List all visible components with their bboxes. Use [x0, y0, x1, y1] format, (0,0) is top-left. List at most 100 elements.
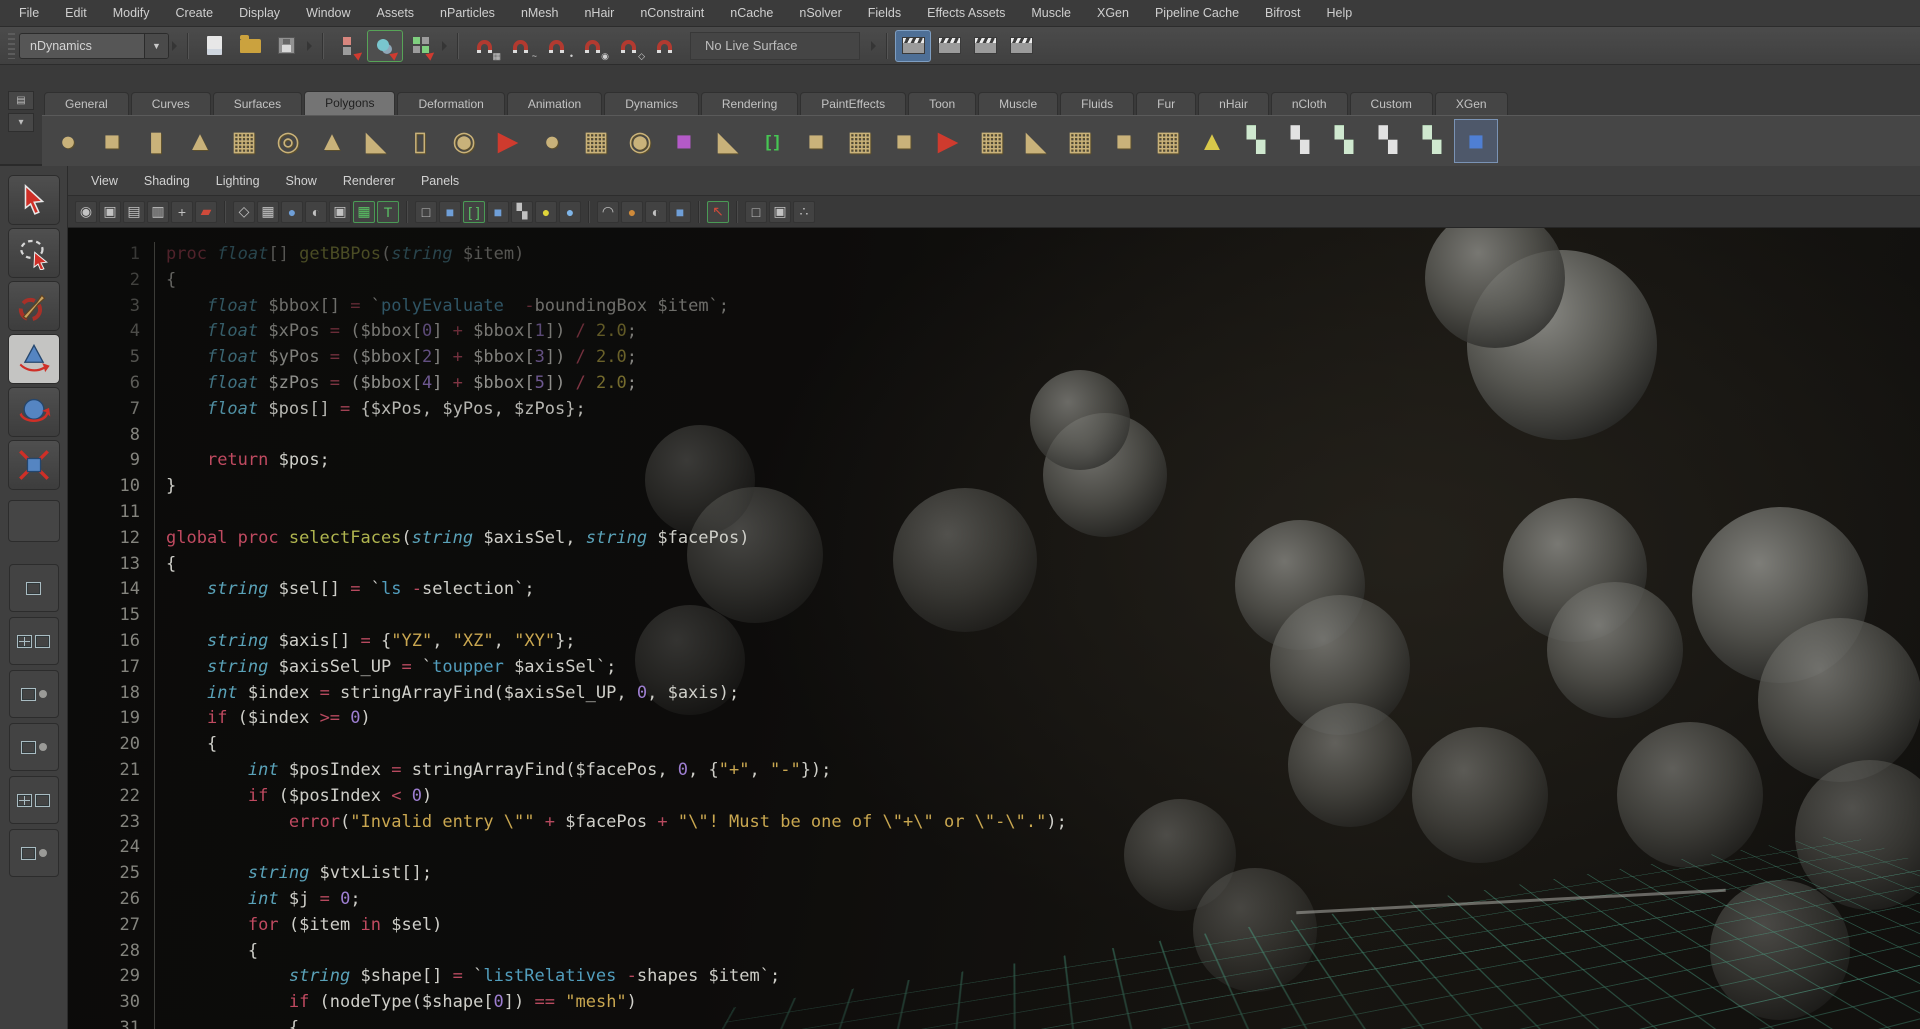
menu-display[interactable]: Display [226, 0, 293, 26]
default-light-icon[interactable]: ● [535, 201, 557, 223]
depth-peeling-icon[interactable]: ■ [669, 201, 691, 223]
grease-pencil-icon[interactable]: ▰ [195, 201, 217, 223]
four-pane-layout-button[interactable] [9, 617, 59, 665]
poly-smooth-icon[interactable]: ◉ [618, 119, 662, 163]
poly-prism-icon[interactable]: ▲ [310, 119, 354, 163]
hypershade-persp-layout-button[interactable] [9, 776, 59, 824]
multisample-aa-icon[interactable]: ◐ [645, 201, 667, 223]
shelf-tab-rendering[interactable]: Rendering [701, 92, 798, 115]
shelf-tab-curves[interactable]: Curves [131, 92, 211, 115]
chevron-down-icon[interactable]: ▼ [144, 34, 168, 58]
new-scene-icon[interactable] [196, 30, 232, 62]
rotate-tool[interactable] [8, 387, 60, 437]
shaded-display-icon[interactable]: ■ [439, 201, 461, 223]
poly-reduce-icon[interactable]: ▦ [970, 119, 1014, 163]
poly-cube-icon[interactable]: ■ [90, 119, 134, 163]
paint-select-tool[interactable] [8, 281, 60, 331]
shelf-tab-deformation[interactable]: Deformation [397, 92, 504, 115]
poly-cone-icon[interactable]: ▲ [178, 119, 222, 163]
all-lights-icon[interactable]: ● [559, 201, 581, 223]
uv-editor-icon[interactable]: ▚ [1322, 119, 1366, 163]
poly-separate-icon[interactable]: ▦ [838, 119, 882, 163]
shelf-tab-nhair[interactable]: nHair [1198, 92, 1269, 115]
single-pane-layout-button[interactable] [9, 564, 59, 612]
menu-fields[interactable]: Fields [855, 0, 914, 26]
render-current-frame-icon[interactable] [931, 30, 967, 62]
snap-to-projected-center-icon[interactable]: ◉ [574, 30, 610, 62]
textured-display-icon[interactable]: T [377, 201, 399, 223]
shelf-tab-general[interactable]: General [44, 92, 129, 115]
poly-mirror-icon[interactable]: ▦ [574, 119, 618, 163]
select-hierarchy-icon[interactable] [331, 30, 367, 62]
poly-append-icon[interactable]: ▦ [1146, 119, 1190, 163]
shelf-tab-custom[interactable]: Custom [1350, 92, 1433, 115]
flat-shade-icon[interactable]: ◐ [305, 201, 327, 223]
uv-set-editor-icon[interactable]: ▚ [1410, 119, 1454, 163]
xray-icon[interactable]: ■ [487, 201, 509, 223]
poly-combine-icon[interactable]: ■ [794, 119, 838, 163]
menu-nconstraint[interactable]: nConstraint [627, 0, 717, 26]
move-tool[interactable] [8, 334, 60, 384]
menu-nparticles[interactable]: nParticles [427, 0, 508, 26]
2d-pan-zoom-icon[interactable]: + [171, 201, 193, 223]
use-default-material-icon[interactable]: □ [415, 201, 437, 223]
panel-menu-panels[interactable]: Panels [408, 174, 472, 188]
poly-plane-icon[interactable]: ▦ [222, 119, 266, 163]
select-object-mode-icon[interactable] [367, 30, 403, 62]
menu-nmesh[interactable]: nMesh [508, 0, 572, 26]
shelf-menu-chevron-icon[interactable]: ▾ [8, 113, 34, 132]
poly-cylinder-icon[interactable]: ▮ [134, 119, 178, 163]
menu-xgen[interactable]: XGen [1084, 0, 1142, 26]
shelf-tab-fluids[interactable]: Fluids [1060, 92, 1134, 115]
poly-pyramid-icon[interactable]: ◣ [354, 119, 398, 163]
panel-menu-renderer[interactable]: Renderer [330, 174, 408, 188]
duplicate-view-icon[interactable]: ▣ [769, 201, 791, 223]
menu-ncache[interactable]: nCache [717, 0, 786, 26]
poly-triangulate-icon[interactable]: ◣ [1014, 119, 1058, 163]
poly-pipe-icon[interactable]: ▯ [398, 119, 442, 163]
menu-help[interactable]: Help [1313, 0, 1365, 26]
collapse-arrow-icon[interactable] [871, 41, 876, 51]
persp-graph-layout-button[interactable] [9, 723, 59, 771]
panel-menu-shading[interactable]: Shading [131, 174, 203, 188]
uv-checker-icon[interactable]: ▚ [1234, 119, 1278, 163]
menu-modify[interactable]: Modify [100, 0, 163, 26]
poly-extract-icon[interactable]: ■ [882, 119, 926, 163]
paint-effects-cube-icon[interactable]: ■ [1454, 119, 1498, 163]
snap-to-view-plane-icon[interactable]: ◇ [610, 30, 646, 62]
panel-menu-view[interactable]: View [78, 174, 131, 188]
isolate-select-icon[interactable]: [ ] [463, 201, 485, 223]
uv-tile-icon[interactable]: ▚ [1366, 119, 1410, 163]
wireframe-on-shaded-icon[interactable]: ▦ [353, 201, 375, 223]
menu-bifrost[interactable]: Bifrost [1252, 0, 1313, 26]
shelf-tab-toon[interactable]: Toon [908, 92, 976, 115]
render-settings-icon[interactable] [1003, 30, 1039, 62]
points-display-icon[interactable]: ▦ [257, 201, 279, 223]
open-render-view-icon[interactable] [895, 30, 931, 62]
select-camera-icon[interactable]: ◉ [75, 201, 97, 223]
last-tool-slot[interactable] [8, 500, 60, 542]
isolate-view-icon[interactable]: □ [745, 201, 767, 223]
bounding-box-icon[interactable]: ▣ [329, 201, 351, 223]
scale-tool[interactable] [8, 440, 60, 490]
xray-joints-icon[interactable]: ▚ [511, 201, 533, 223]
bookmarks-icon[interactable]: ▤ [123, 201, 145, 223]
panel-menu-show[interactable]: Show [273, 174, 330, 188]
soft-mod-icon[interactable]: ▲ [1190, 119, 1234, 163]
make-live-icon[interactable] [646, 30, 682, 62]
wireframe-icon[interactable]: ◇ [233, 201, 255, 223]
shelf-tab-surfaces[interactable]: Surfaces [213, 92, 302, 115]
snap-to-curve-icon[interactable]: ~ [502, 30, 538, 62]
shelf-tab-painteffects[interactable]: PaintEffects [800, 92, 906, 115]
poly-bevel-icon[interactable]: ◣ [706, 119, 750, 163]
sculpt-tool-icon[interactable]: ▶ [486, 119, 530, 163]
menu-muscle[interactable]: Muscle [1018, 0, 1084, 26]
shelf-tab-dynamics[interactable]: Dynamics [604, 92, 699, 115]
ipr-render-icon[interactable] [967, 30, 1003, 62]
menu-create[interactable]: Create [163, 0, 227, 26]
persp-uv-layout-button[interactable] [9, 829, 59, 877]
object-selection-mode-icon[interactable]: ↖ [707, 201, 729, 223]
persp-outliner-layout-button[interactable] [9, 670, 59, 718]
collapse-arrow-icon[interactable] [307, 41, 312, 51]
menu-nhair[interactable]: nHair [571, 0, 627, 26]
